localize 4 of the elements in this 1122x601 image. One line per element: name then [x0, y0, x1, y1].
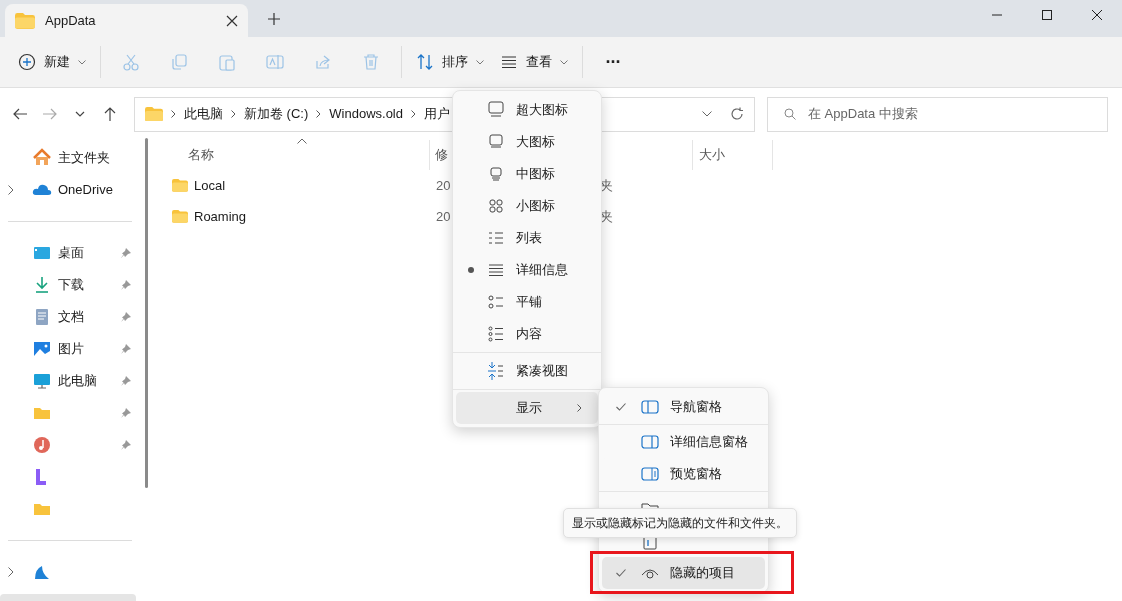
file-date: 20	[436, 208, 451, 224]
tooltip: 显示或隐藏标记为隐藏的文件和文件夹。	[563, 508, 797, 538]
tab-title: AppData	[45, 11, 97, 30]
file-date: 20	[436, 177, 451, 193]
